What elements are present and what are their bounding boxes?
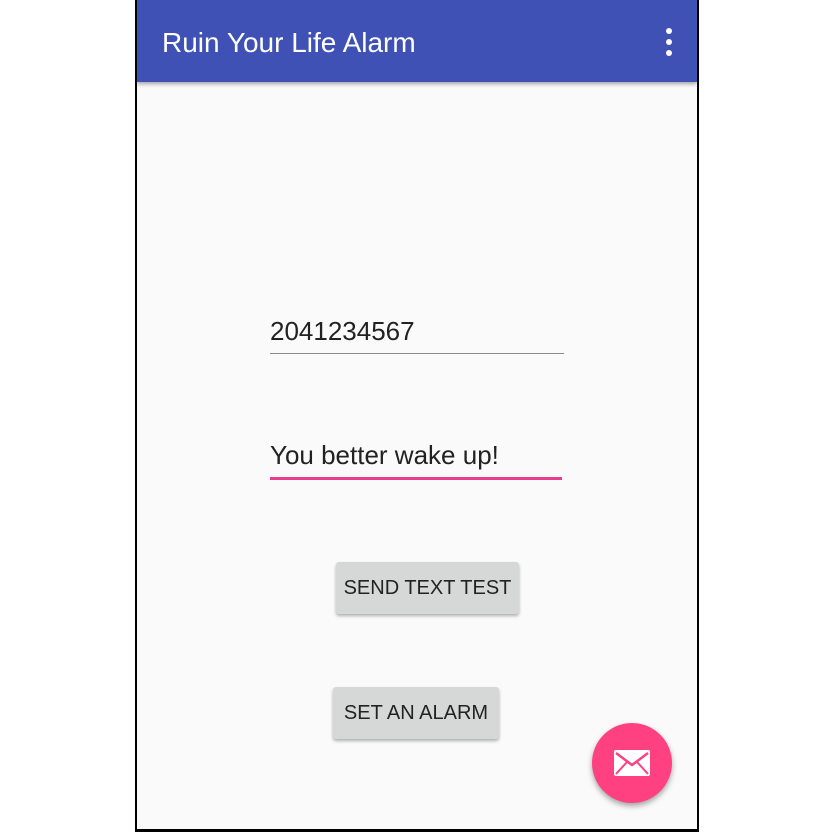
menu-dot	[666, 50, 672, 56]
app-title: Ruin Your Life Alarm	[162, 27, 416, 58]
more-vert-icon[interactable]	[657, 22, 681, 62]
app-screen: Ruin Your Life Alarm SEND TEXT TEST SET …	[135, 0, 699, 832]
email-fab-button[interactable]	[592, 723, 672, 803]
phone-number-input[interactable]	[270, 316, 564, 354]
message-input[interactable]	[270, 440, 562, 480]
menu-dot	[666, 28, 672, 34]
email-icon	[614, 750, 650, 776]
set-alarm-button[interactable]: SET AN ALARM	[333, 687, 499, 739]
app-bar: Ruin Your Life Alarm	[137, 0, 697, 82]
menu-dot	[666, 39, 672, 45]
send-text-test-button[interactable]: SEND TEXT TEST	[336, 562, 519, 614]
